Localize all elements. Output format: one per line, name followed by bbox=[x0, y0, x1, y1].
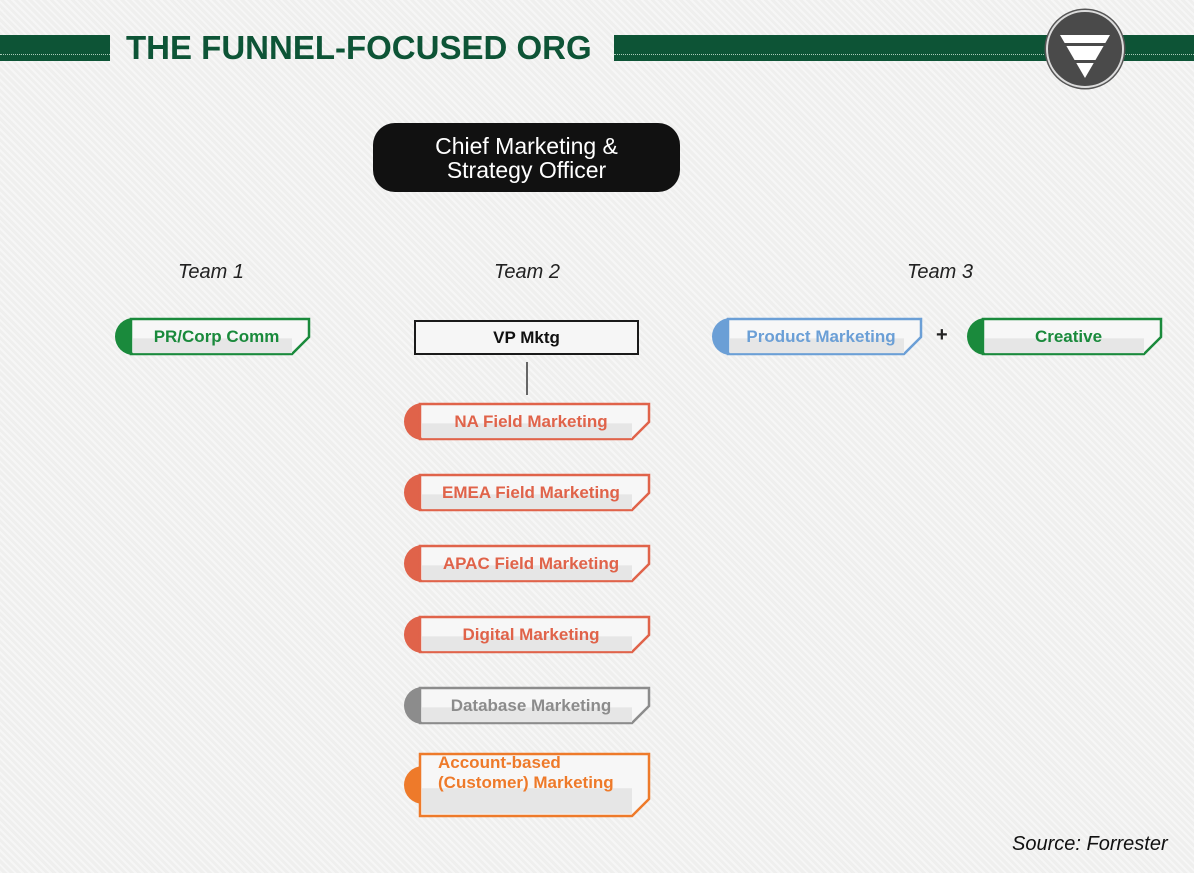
node-creative: Creative bbox=[967, 317, 1163, 356]
node-emea-field-marketing: EMEA Field Marketing bbox=[404, 473, 651, 512]
node-label-line2: (Customer) Marketing bbox=[438, 773, 614, 792]
funnel-icon bbox=[1058, 35, 1112, 78]
node-label: APAC Field Marketing bbox=[442, 553, 620, 573]
node-label: Creative bbox=[1034, 326, 1103, 346]
funnel-logo bbox=[1046, 10, 1124, 88]
team-3-label: Team 3 bbox=[907, 261, 973, 283]
node-account-based-marketing: Account-based (Customer) Marketing bbox=[404, 752, 651, 818]
page-title: THE FUNNEL-FOCUSED ORG bbox=[126, 29, 592, 66]
vp-mktg-node: VP Mktg bbox=[414, 320, 639, 355]
node-label: Account-based (Customer) Marketing bbox=[420, 753, 642, 817]
node-label: EMEA Field Marketing bbox=[442, 482, 620, 502]
connector-line bbox=[526, 362, 528, 395]
plus-joiner: + bbox=[936, 324, 948, 346]
node-label: Digital Marketing bbox=[462, 624, 600, 644]
node-label: NA Field Marketing bbox=[454, 411, 608, 431]
header-bar-left bbox=[0, 35, 110, 61]
node-na-field-marketing: NA Field Marketing bbox=[404, 402, 651, 441]
node-product-marketing: Product Marketing bbox=[712, 317, 923, 356]
node-database-marketing: Database Marketing bbox=[404, 686, 651, 725]
node-digital-marketing: Digital Marketing bbox=[404, 615, 651, 654]
node-label: Database Marketing bbox=[450, 695, 612, 715]
node-label-line1: Account-based bbox=[438, 753, 561, 772]
team-1-label: Team 1 bbox=[178, 261, 244, 283]
cmo-title-line2: Strategy Officer bbox=[446, 156, 607, 183]
cmo-node: Chief Marketing & Strategy Officer bbox=[373, 123, 680, 192]
node-pr-corp-comm: PR/Corp Comm bbox=[115, 317, 311, 356]
cmo-title-line1: Chief Marketing & bbox=[435, 132, 618, 159]
source-credit: Source: Forrester bbox=[1012, 833, 1168, 855]
node-apac-field-marketing: APAC Field Marketing bbox=[404, 544, 651, 583]
team-2-label: Team 2 bbox=[494, 261, 560, 283]
node-label: PR/Corp Comm bbox=[153, 326, 280, 346]
node-label: Product Marketing bbox=[746, 326, 896, 346]
